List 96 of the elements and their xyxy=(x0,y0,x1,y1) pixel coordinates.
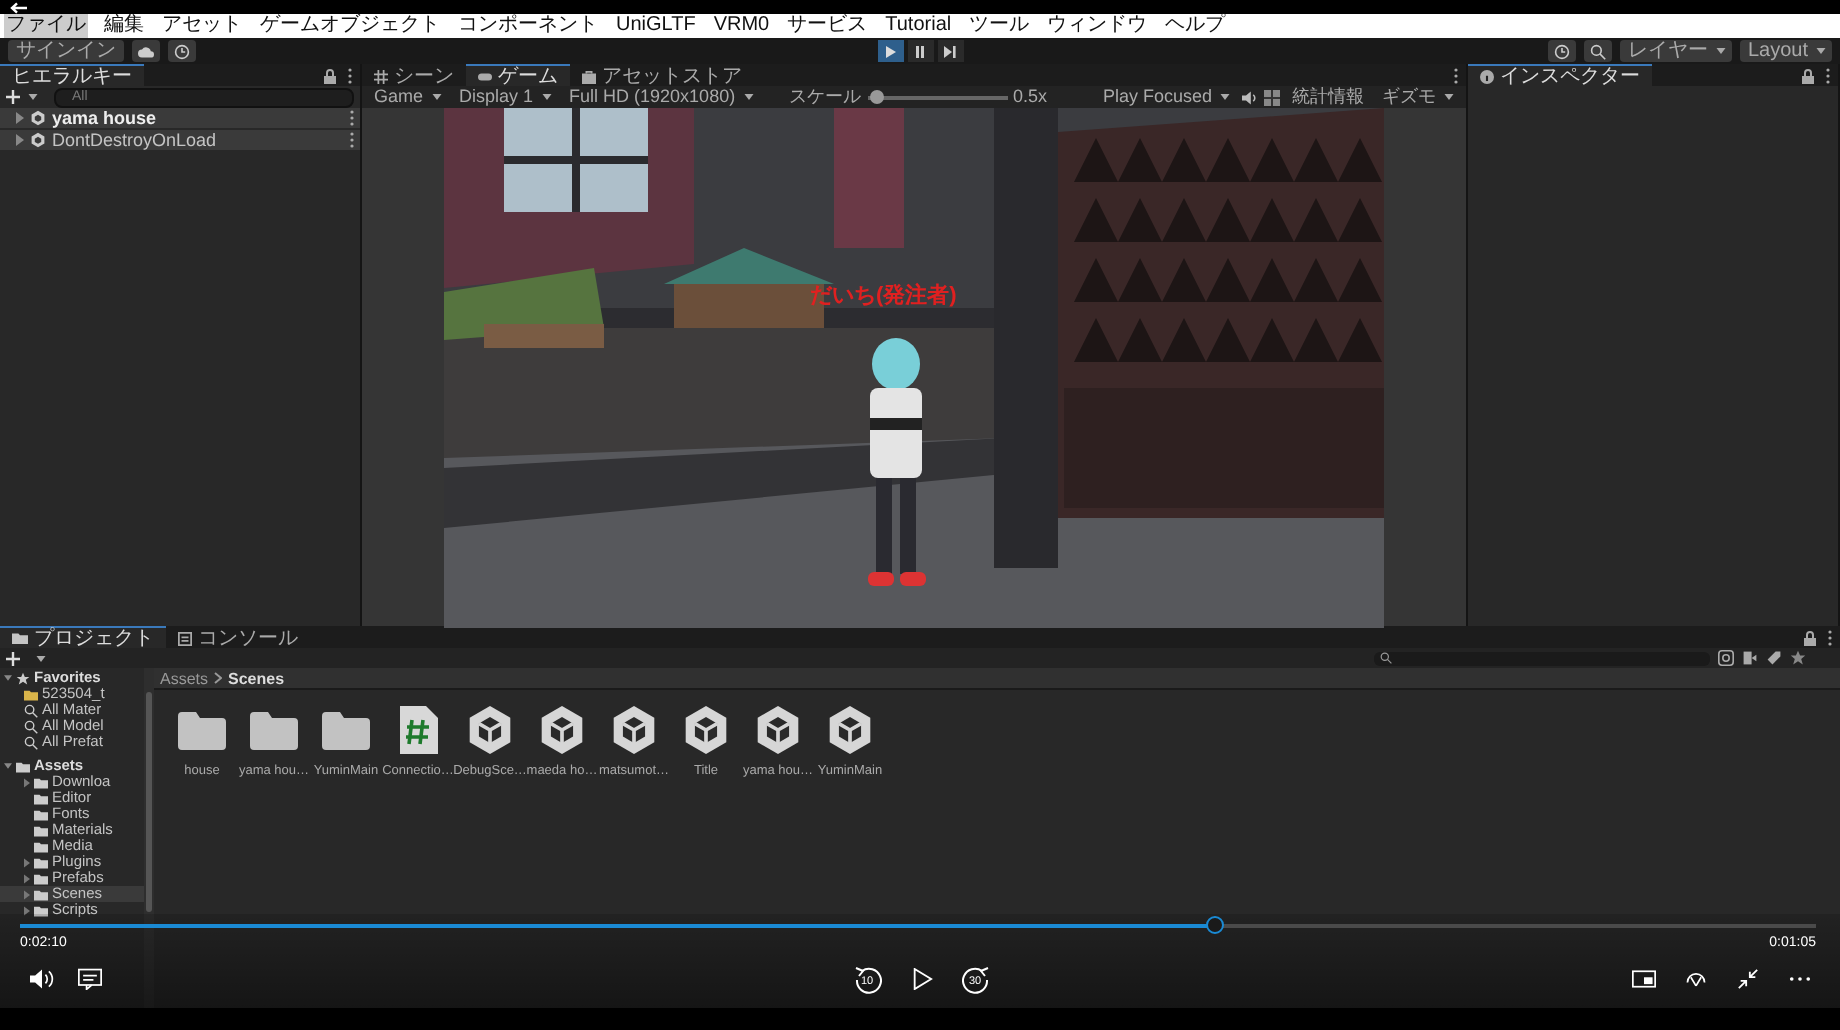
grid-icon[interactable] xyxy=(1264,89,1280,105)
menu-item[interactable]: ヘルプ xyxy=(1163,14,1228,38)
menu-item[interactable]: サービス xyxy=(785,14,870,38)
grid-icon xyxy=(374,69,388,83)
sign-in-button[interactable]: サインイン xyxy=(8,40,124,62)
play-icon xyxy=(884,45,896,57)
caret-icon xyxy=(1220,94,1230,100)
resolution-dropdown[interactable]: Full HD (1920x1080) xyxy=(563,86,784,108)
lock-icon[interactable] xyxy=(1800,67,1816,83)
play-button[interactable] xyxy=(877,40,903,62)
search-icon xyxy=(1380,652,1392,664)
history-icon xyxy=(174,43,190,59)
info-icon xyxy=(1480,69,1494,83)
caret-icon xyxy=(743,94,754,100)
menu-item[interactable]: アセット xyxy=(160,14,244,38)
folder-icon xyxy=(24,687,38,701)
scene-name: DontDestroyOnLoad xyxy=(52,130,219,150)
caret-icon xyxy=(1715,48,1726,54)
caret-icon xyxy=(1816,48,1826,54)
menu-item[interactable]: ツール xyxy=(967,14,1032,38)
menu-item[interactable]: ファイル xyxy=(4,14,88,38)
lock-icon[interactable] xyxy=(1802,629,1818,645)
script-file-icon xyxy=(394,706,442,754)
menu-item[interactable]: コンポーネント xyxy=(456,14,600,38)
gizmos-dropdown[interactable]: ギズモ xyxy=(1376,86,1460,108)
history-icon xyxy=(1553,43,1570,59)
cloud-button[interactable] xyxy=(132,40,160,62)
cloud-icon xyxy=(138,43,154,59)
folder-icon xyxy=(250,706,298,754)
unity-cube-icon xyxy=(610,706,658,754)
folder-icon xyxy=(322,706,370,754)
play-mode-dropdown[interactable]: Play Focused xyxy=(1096,86,1236,108)
menu-item[interactable]: VRM0 xyxy=(711,14,772,38)
pause-icon xyxy=(914,45,926,57)
volume-icon[interactable] xyxy=(30,968,54,990)
unity-cube-icon xyxy=(754,706,802,754)
project-tab[interactable]: コンソール xyxy=(166,626,310,648)
lock-icon[interactable] xyxy=(322,67,338,83)
step-button[interactable] xyxy=(937,40,963,62)
menu-item[interactable]: UniGLTF xyxy=(614,14,698,38)
captions-icon[interactable] xyxy=(78,968,102,990)
speaker-icon[interactable] xyxy=(1242,89,1258,105)
layers-dropdown[interactable]: レイヤー xyxy=(1619,40,1732,62)
caret-icon xyxy=(431,94,442,100)
unity-cube-icon xyxy=(466,706,514,754)
unity-cube-icon xyxy=(538,706,586,754)
caret-icon xyxy=(1444,94,1454,100)
menu-item[interactable]: Tutorial xyxy=(883,14,954,38)
plus-icon[interactable] xyxy=(6,651,20,665)
scale-value: 0.5x xyxy=(1013,86,1048,108)
hierarchy-tab[interactable]: ヒエラルキー xyxy=(0,64,144,86)
shopping-bag-icon xyxy=(582,69,596,83)
filter-icon[interactable] xyxy=(1718,650,1734,666)
plus-icon[interactable] xyxy=(6,90,20,104)
exit-fullscreen-icon[interactable] xyxy=(1736,968,1760,990)
back-arrow-icon[interactable] xyxy=(10,1,28,13)
folder-icon xyxy=(178,706,226,754)
search-field[interactable] xyxy=(1374,651,1710,665)
breadcrumb-link[interactable]: Scenes xyxy=(228,669,285,687)
menu-item[interactable]: 編集 xyxy=(102,14,146,38)
hierarchy-item[interactable]: yama house xyxy=(0,108,360,128)
view-mode-dropdown[interactable]: Game xyxy=(368,86,448,108)
star-icon xyxy=(16,671,30,685)
menu-item[interactable]: ゲームオブジェクト xyxy=(258,14,442,38)
scale-label: スケール xyxy=(789,86,862,108)
unity-cube-icon xyxy=(826,706,874,754)
expand-arrow-icon[interactable] xyxy=(24,777,30,787)
hierarchy-item[interactable]: DontDestroyOnLoad xyxy=(0,130,360,150)
history-button[interactable] xyxy=(168,40,196,62)
view-tab[interactable]: シーン xyxy=(362,64,466,86)
expand-arrow-icon[interactable] xyxy=(4,672,12,684)
character-name-tag: だいち(発注者) xyxy=(810,280,957,310)
picture-in-picture-icon[interactable] xyxy=(1632,968,1656,990)
step-icon xyxy=(944,45,956,57)
play-icon[interactable] xyxy=(909,968,933,990)
caret-icon xyxy=(36,655,46,661)
unity-cube-icon xyxy=(682,706,730,754)
undo-history-button[interactable] xyxy=(1547,40,1576,62)
inspector-tab[interactable]: インスペクター xyxy=(1468,64,1652,86)
layout-dropdown[interactable]: Layout xyxy=(1739,40,1832,62)
project-tab[interactable]: プロジェクト xyxy=(0,626,166,648)
search-icon xyxy=(1589,43,1606,59)
view-tab[interactable]: アセットストア xyxy=(570,64,754,86)
stats-button[interactable]: 統計情報 xyxy=(1286,86,1370,108)
console-icon xyxy=(178,631,192,645)
caret-icon xyxy=(28,94,38,100)
menu-item[interactable]: ウィンドウ xyxy=(1045,14,1150,38)
chevron-right-icon xyxy=(214,672,223,684)
star-icon[interactable] xyxy=(1790,650,1806,666)
display-dropdown[interactable]: Display 1 xyxy=(453,86,558,108)
scene-name: yama house xyxy=(52,108,159,128)
pause-button[interactable] xyxy=(907,40,933,62)
search-button[interactable] xyxy=(1583,40,1612,62)
breadcrumb-link[interactable]: Assets xyxy=(160,669,209,687)
caret-icon xyxy=(541,94,552,100)
view-tab[interactable]: ゲーム xyxy=(466,64,570,86)
